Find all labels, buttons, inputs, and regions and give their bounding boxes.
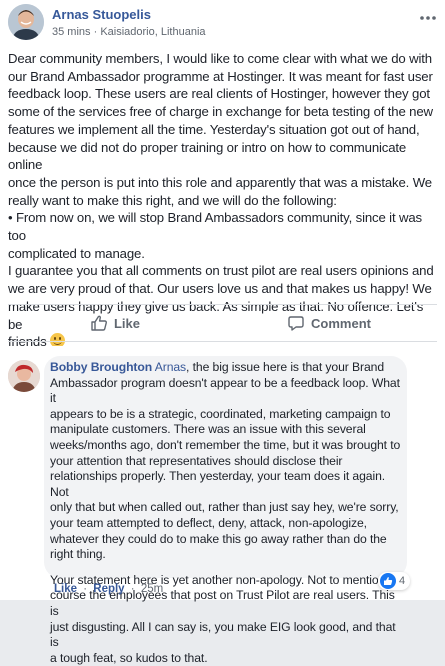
comment-line: , the big issue here is that your Brand xyxy=(186,360,385,374)
action-separator: · xyxy=(83,583,88,595)
comment-time[interactable]: 25m xyxy=(141,583,163,595)
comment-bubble: Bobby Broughton Arnas, the big issue her… xyxy=(44,356,407,665)
comment-line: your attention that representatives shou… xyxy=(50,453,343,468)
comment-line: whatever they could do to make this go a… xyxy=(50,531,387,546)
comment-line: weeks/months ago, don't remember the tim… xyxy=(50,437,401,452)
actions-divider-top xyxy=(8,304,437,305)
action-separator: · xyxy=(130,583,135,595)
post-body-line: • From now on, we will stop Brand Ambass… xyxy=(8,210,422,244)
like-label: Like xyxy=(113,315,140,331)
thumbs-up-icon xyxy=(91,315,107,331)
comment-line: Ambassador program doesn't appear to be … xyxy=(50,375,400,406)
post-body-line: Dear community members, I would like to … xyxy=(8,51,432,66)
post-body-line: features we implement all the time. Yest… xyxy=(8,121,420,137)
commenter-name[interactable]: Bobby Broughton xyxy=(50,360,152,374)
post-header: Arnas Stuopelis 35 mins · Kaisiadorio, L… xyxy=(8,4,438,42)
comment-label: Comment xyxy=(311,315,371,331)
post-body-line: once the person is put into this role an… xyxy=(8,174,432,190)
post-body-line: our Brand Ambassador programme at Hostin… xyxy=(8,68,433,84)
author-avatar[interactable] xyxy=(8,4,44,40)
comment-button[interactable]: Comment xyxy=(222,308,436,338)
mentioned-user[interactable]: Arnas xyxy=(155,360,186,374)
meta-separator: · xyxy=(93,26,98,38)
actions-divider-bottom xyxy=(8,341,437,342)
comment-like-link[interactable]: Like xyxy=(54,583,77,595)
comment-line: just disgusting. All I can say is, you m… xyxy=(50,619,396,650)
post-body-line: we are very proud of that. Our users lov… xyxy=(8,281,432,297)
post-location[interactable]: Kaisiadorio, Lithuania xyxy=(100,26,205,38)
more-options-icon[interactable] xyxy=(419,10,437,20)
post-body-line: complicated to manage. xyxy=(8,245,145,261)
post-body-line: some of the services free of charge in e… xyxy=(8,104,433,120)
comment-line: manipulate customers. There was an issue… xyxy=(50,422,366,437)
post-meta: 35 mins · Kaisiadorio, Lithuania xyxy=(52,26,206,38)
post-body-line: because we did not do proper training or… xyxy=(8,139,407,173)
commenter-avatar[interactable] xyxy=(8,360,40,392)
like-reaction-icon xyxy=(380,573,396,589)
comment-line: a tough feat, so kudos to that. xyxy=(50,650,208,665)
comment-line: your team attempted to deflect, deny, at… xyxy=(50,515,367,530)
comment-actions: Like · Reply · 25m xyxy=(54,583,163,595)
comment-icon xyxy=(288,316,304,331)
post-card: Arnas Stuopelis 35 mins · Kaisiadorio, L… xyxy=(0,0,445,665)
reaction-summary[interactable]: 4 xyxy=(378,572,411,590)
comment-line: appears to be is a strategic, coordinate… xyxy=(50,406,391,421)
author-name[interactable]: Arnas Stuopelis xyxy=(52,7,151,22)
post-body-line: feedback loop. These users are real clie… xyxy=(8,86,430,102)
comment-line: only that but when called out, rather th… xyxy=(50,500,399,515)
reaction-count: 4 xyxy=(399,575,406,587)
post-time[interactable]: 35 mins xyxy=(52,26,91,38)
post-body: Dear community members, I would like to … xyxy=(8,50,438,351)
post-body-line: really want to make this right, and we w… xyxy=(8,192,337,208)
comments-section: Bobby Broughton Arnas, the big issue her… xyxy=(0,346,445,665)
comment-text: Bobby Broughton Arnas, the big issue her… xyxy=(50,360,404,666)
post-body-line: I guarantee you that all comments on tru… xyxy=(8,263,434,279)
comment-line: right thing. xyxy=(50,547,106,562)
comment-first-line: Bobby Broughton Arnas, the big issue her… xyxy=(50,360,404,376)
comment-line: relationships properly. Then yesterday, … xyxy=(50,469,386,499)
like-button[interactable]: Like xyxy=(8,308,222,338)
post-actions-bar: Like Comment xyxy=(8,308,437,338)
comment-reply-link[interactable]: Reply xyxy=(93,583,124,595)
